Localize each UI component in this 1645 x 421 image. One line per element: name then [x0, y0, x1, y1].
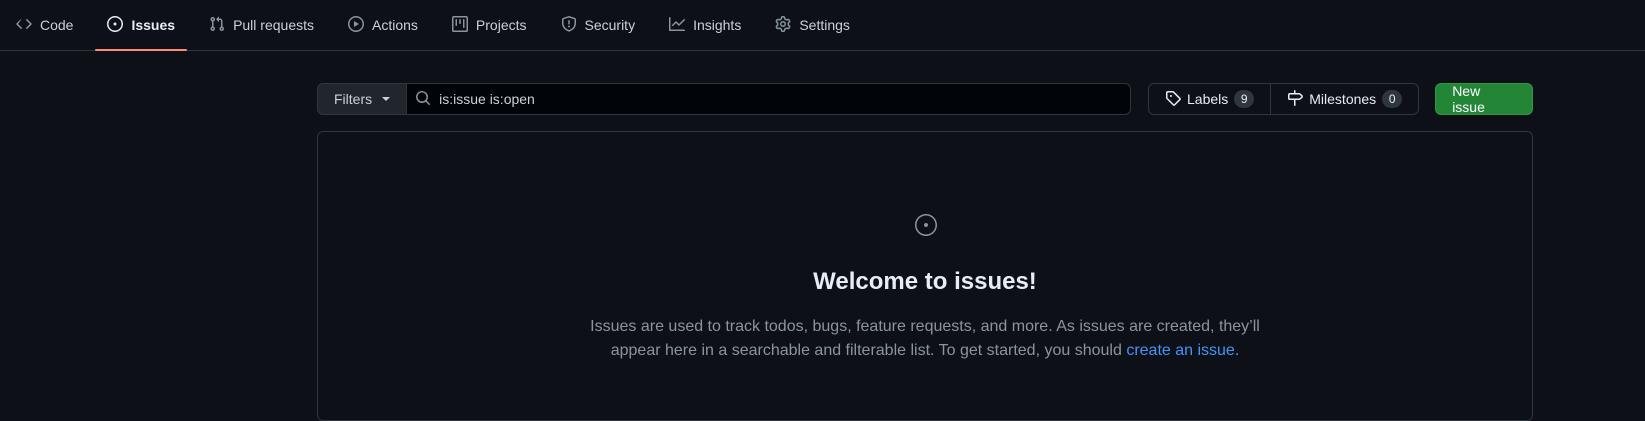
- search-input[interactable]: [439, 84, 1130, 114]
- tag-icon: [1165, 90, 1181, 109]
- filters-label: Filters: [334, 91, 373, 107]
- tab-security[interactable]: Security: [549, 0, 648, 50]
- tab-label: Code: [40, 17, 74, 33]
- blankslate-line-2-text: appear here in a searchable and filterab…: [610, 342, 1127, 359]
- milestone-icon: [1287, 89, 1304, 109]
- blankslate-description: Issues are used to track todos, bugs, fe…: [318, 315, 1532, 363]
- tab-projects[interactable]: Projects: [440, 0, 539, 50]
- milestones-count-badge: 0: [1382, 90, 1403, 108]
- tab-actions[interactable]: Actions: [336, 0, 430, 50]
- new-issue-label: New issue: [1452, 83, 1485, 115]
- tab-label: Projects: [475, 17, 527, 33]
- table-icon: [451, 15, 468, 35]
- tab-label: Pull requests: [233, 17, 314, 33]
- tab-label: Security: [584, 17, 636, 33]
- repo-nav: Code Issues Pull requests Actions Projec…: [0, 0, 1645, 51]
- create-issue-link[interactable]: create an issue: [1126, 342, 1235, 359]
- git-pull-request-icon: [209, 16, 225, 35]
- code-icon: [16, 16, 32, 35]
- labels-button[interactable]: Labels 9: [1148, 83, 1272, 115]
- milestones-button[interactable]: Milestones 0: [1271, 83, 1420, 115]
- tab-pull-requests[interactable]: Pull requests: [197, 0, 326, 50]
- blankslate-title: Welcome to issues!: [813, 268, 1037, 295]
- issue-opened-icon: [914, 213, 938, 237]
- issue-opened-icon: [107, 15, 124, 35]
- milestones-label: Milestones: [1309, 91, 1377, 107]
- blankslate-line-2: appear here in a searchable and filterab…: [318, 339, 1532, 363]
- gear-icon: [775, 15, 791, 35]
- new-issue-button[interactable]: New issue: [1435, 83, 1533, 115]
- play-icon: [348, 15, 364, 35]
- labels-milestones-group: Labels 9 Milestones 0: [1148, 83, 1420, 115]
- tab-label: Issues: [131, 17, 176, 33]
- tab-settings[interactable]: Settings: [763, 0, 862, 50]
- tab-insights[interactable]: Insights: [657, 0, 753, 50]
- issues-blankslate: Welcome to issues! Issues are used to tr…: [317, 131, 1533, 421]
- blankslate-line-2-suffix: .: [1234, 342, 1240, 359]
- labels-label: Labels: [1187, 91, 1229, 107]
- labels-count-badge: 9: [1234, 90, 1255, 108]
- graph-icon: [669, 16, 686, 35]
- filters-button[interactable]: Filters: [317, 83, 408, 115]
- tab-issues[interactable]: Issues: [95, 0, 187, 51]
- search-field[interactable]: [407, 83, 1131, 115]
- tab-label: Actions: [372, 17, 418, 33]
- tab-label: Insights: [693, 17, 742, 33]
- search-icon: [415, 90, 439, 109]
- tab-label: Settings: [799, 17, 850, 33]
- tab-code[interactable]: Code: [4, 0, 85, 50]
- filter-search-group: Filters: [317, 83, 1131, 115]
- shield-icon: [561, 15, 577, 35]
- issues-subnav: Filters Labels 9 Milestones 0 New issue: [317, 83, 1533, 115]
- caret-down-icon: [382, 97, 391, 101]
- blankslate-line-1: Issues are used to track todos, bugs, fe…: [590, 318, 1260, 335]
